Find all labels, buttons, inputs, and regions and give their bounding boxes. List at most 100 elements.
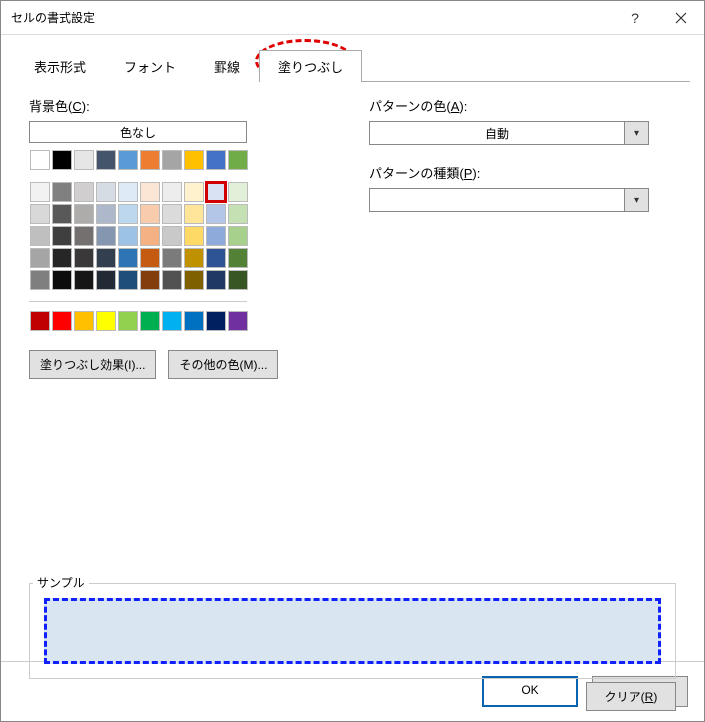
color-swatch[interactable]: [228, 270, 248, 290]
more-colors-button[interactable]: その他の色(M)...: [168, 350, 278, 379]
tab-display-format[interactable]: 表示形式: [15, 50, 105, 82]
color-swatch[interactable]: [184, 226, 204, 246]
color-swatch[interactable]: [206, 270, 226, 290]
clear-button[interactable]: クリア(R): [586, 682, 676, 711]
color-swatch[interactable]: [74, 226, 94, 246]
color-swatch[interactable]: [162, 311, 182, 331]
color-swatch[interactable]: [52, 150, 72, 170]
color-swatch[interactable]: [162, 248, 182, 268]
color-swatch[interactable]: [52, 248, 72, 268]
color-swatch[interactable]: [52, 311, 72, 331]
color-swatch[interactable]: [96, 270, 116, 290]
color-swatch[interactable]: [74, 311, 94, 331]
standard-color-palette: [29, 310, 249, 332]
fill-effects-button[interactable]: 塗りつぶし効果(I)...: [29, 350, 156, 379]
window-title: セルの書式設定: [11, 9, 612, 26]
color-swatch[interactable]: [228, 248, 248, 268]
format-cells-dialog: セルの書式設定 ? 表示形式 フォント 罫線 塗りつぶし 背景色(C): 色なし…: [0, 0, 705, 722]
color-swatch[interactable]: [140, 270, 160, 290]
color-swatch[interactable]: [140, 226, 160, 246]
color-swatch[interactable]: [74, 270, 94, 290]
color-swatch[interactable]: [30, 270, 50, 290]
color-swatch[interactable]: [184, 248, 204, 268]
pattern-type-combo[interactable]: ▾: [369, 188, 649, 212]
pattern-color-combo[interactable]: 自動 ▾: [369, 121, 649, 145]
dialog-body: 背景色(C): 色なし 塗りつぶし効果(I)... その他の色(M)... パタ…: [1, 82, 704, 661]
color-swatch[interactable]: [162, 226, 182, 246]
tab-border[interactable]: 罫線: [195, 50, 259, 82]
color-swatch[interactable]: [206, 311, 226, 331]
color-swatch[interactable]: [118, 270, 138, 290]
color-swatch[interactable]: [184, 150, 204, 170]
help-button[interactable]: ?: [612, 1, 658, 35]
pattern-type-value: [370, 189, 624, 211]
color-swatch[interactable]: [162, 270, 182, 290]
titlebar: セルの書式設定 ?: [1, 1, 704, 35]
color-swatch[interactable]: [74, 150, 94, 170]
color-swatch[interactable]: [184, 204, 204, 224]
color-swatch[interactable]: [52, 226, 72, 246]
color-swatch[interactable]: [118, 182, 138, 202]
pattern-color-value: 自動: [370, 122, 624, 144]
color-swatch[interactable]: [206, 248, 226, 268]
tab-font[interactable]: フォント: [105, 50, 195, 82]
color-swatch[interactable]: [140, 182, 160, 202]
color-swatch[interactable]: [30, 182, 50, 202]
color-swatch[interactable]: [30, 150, 50, 170]
color-swatch[interactable]: [30, 248, 50, 268]
color-swatch[interactable]: [96, 248, 116, 268]
bgcolor-label: 背景色(C):: [29, 96, 329, 115]
tint-color-palette: [29, 181, 249, 291]
color-swatch[interactable]: [52, 182, 72, 202]
color-swatch[interactable]: [74, 248, 94, 268]
color-swatch[interactable]: [140, 150, 160, 170]
color-swatch[interactable]: [30, 311, 50, 331]
color-swatch[interactable]: [206, 150, 226, 170]
color-swatch[interactable]: [228, 182, 248, 202]
color-swatch[interactable]: [140, 204, 160, 224]
color-swatch[interactable]: [162, 204, 182, 224]
color-swatch[interactable]: [206, 226, 226, 246]
sample-label: サンプル: [33, 574, 89, 591]
color-swatch[interactable]: [228, 204, 248, 224]
color-swatch[interactable]: [74, 204, 94, 224]
color-swatch[interactable]: [206, 182, 226, 202]
tab-strip: 表示形式 フォント 罫線 塗りつぶし: [15, 49, 690, 82]
no-color-button[interactable]: 色なし: [29, 121, 247, 143]
color-swatch[interactable]: [118, 150, 138, 170]
color-swatch[interactable]: [96, 182, 116, 202]
color-swatch[interactable]: [118, 248, 138, 268]
chevron-down-icon: ▾: [624, 189, 648, 211]
color-swatch[interactable]: [162, 150, 182, 170]
color-swatch[interactable]: [30, 204, 50, 224]
color-swatch[interactable]: [52, 270, 72, 290]
color-swatch[interactable]: [184, 311, 204, 331]
close-icon: [675, 12, 687, 24]
color-swatch[interactable]: [228, 226, 248, 246]
color-swatch[interactable]: [228, 150, 248, 170]
color-swatch[interactable]: [96, 226, 116, 246]
color-swatch[interactable]: [184, 270, 204, 290]
color-swatch[interactable]: [118, 204, 138, 224]
color-swatch[interactable]: [96, 311, 116, 331]
color-swatch[interactable]: [118, 311, 138, 331]
color-swatch[interactable]: [30, 226, 50, 246]
color-swatch[interactable]: [96, 204, 116, 224]
color-swatch[interactable]: [140, 248, 160, 268]
pattern-type-label: パターンの種類(P):: [369, 163, 684, 182]
color-swatch[interactable]: [162, 182, 182, 202]
tab-fill[interactable]: 塗りつぶし: [259, 50, 362, 82]
ok-button[interactable]: OK: [482, 676, 578, 707]
sample-preview: [44, 598, 661, 664]
color-swatch[interactable]: [118, 226, 138, 246]
close-button[interactable]: [658, 1, 704, 35]
sample-frame: [29, 583, 676, 679]
color-swatch[interactable]: [184, 182, 204, 202]
color-swatch[interactable]: [228, 311, 248, 331]
color-swatch[interactable]: [96, 150, 116, 170]
color-swatch[interactable]: [74, 182, 94, 202]
color-swatch[interactable]: [206, 204, 226, 224]
color-swatch[interactable]: [140, 311, 160, 331]
color-swatch[interactable]: [52, 204, 72, 224]
palette-separator: [29, 301, 247, 302]
